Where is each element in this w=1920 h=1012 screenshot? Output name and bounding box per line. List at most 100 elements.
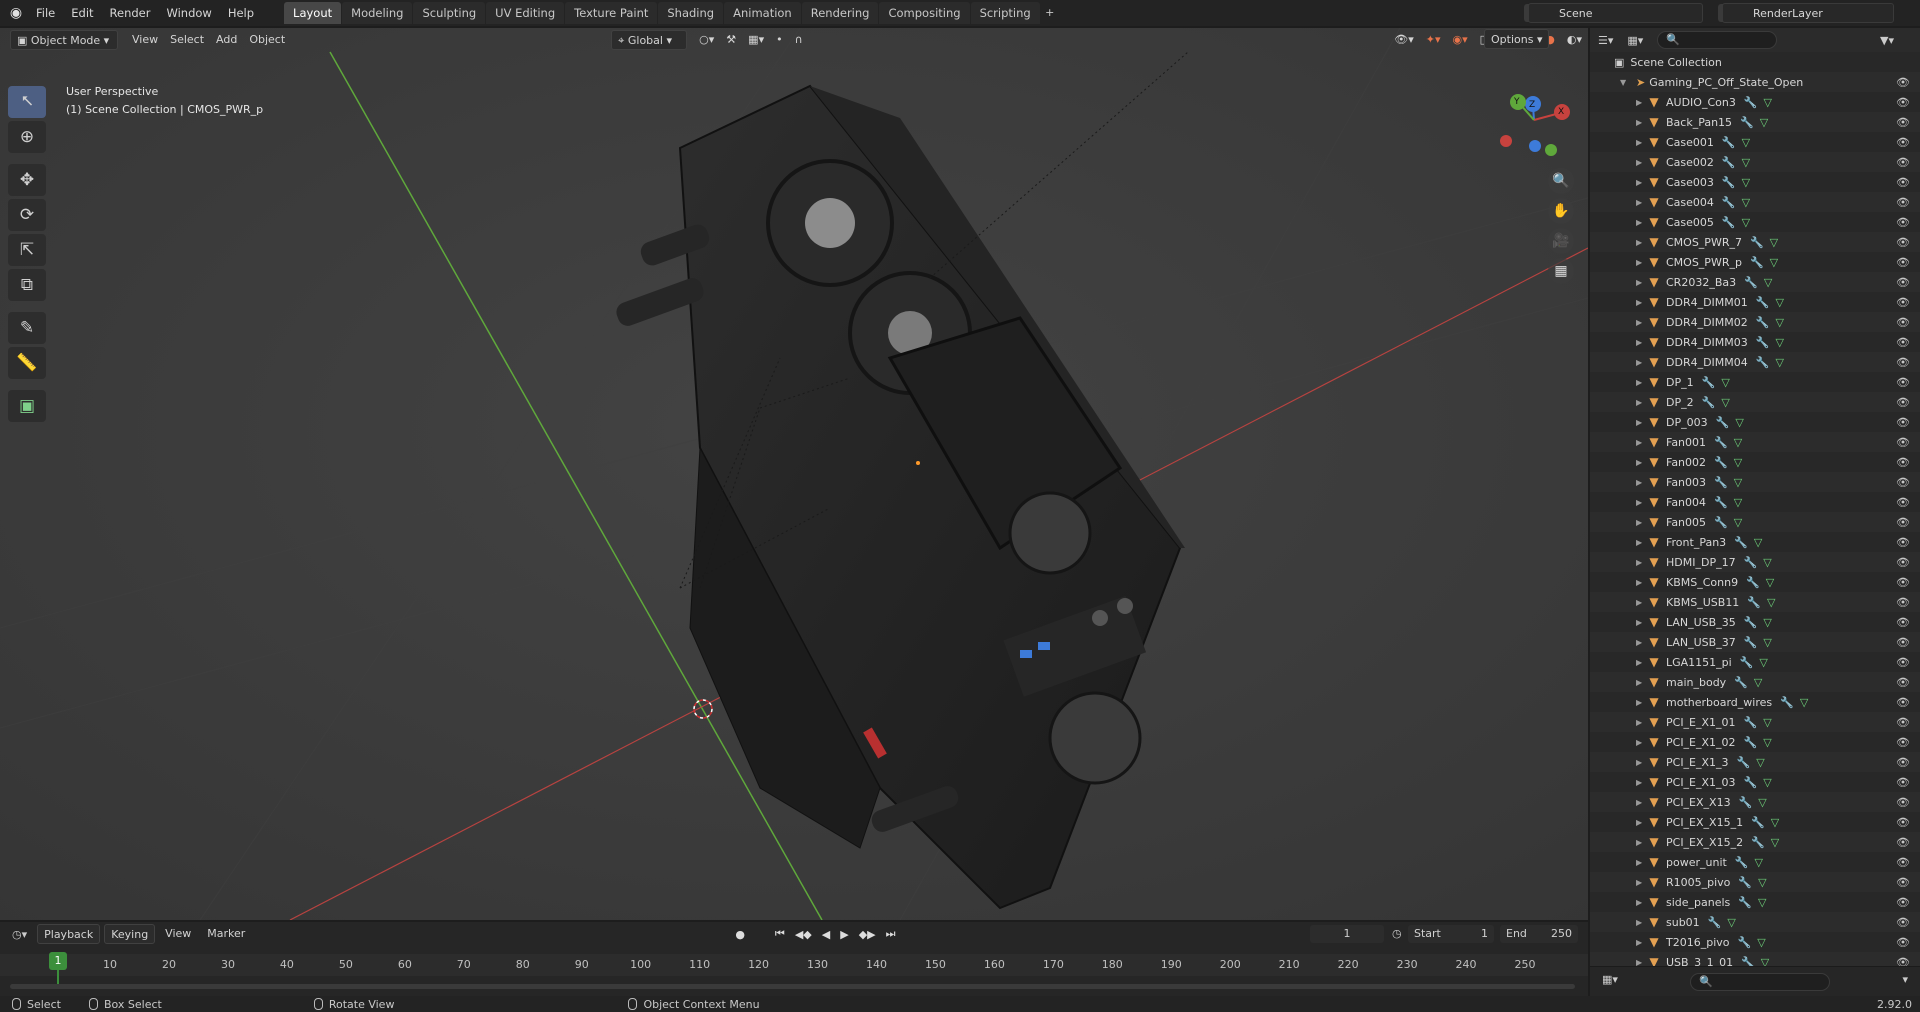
- eye-icon[interactable]: 👁: [1896, 416, 1910, 429]
- eye-icon[interactable]: 👁: [1896, 636, 1910, 649]
- expand-arrow-icon[interactable]: ▶: [1636, 818, 1646, 827]
- modifier-wrench-icon[interactable]: 🔧: [1747, 596, 1761, 609]
- eye-icon[interactable]: 👁: [1896, 856, 1910, 869]
- modifier-wrench-icon[interactable]: 🔧: [1744, 716, 1758, 729]
- proportional-edit-icon[interactable]: •: [770, 30, 789, 50]
- expand-arrow-icon[interactable]: ▶: [1636, 718, 1646, 727]
- timeline-editor-icon[interactable]: ◷▾: [12, 928, 27, 941]
- mesh-data-icon[interactable]: ▽: [1763, 736, 1771, 749]
- eye-icon[interactable]: 👁: [1896, 216, 1910, 229]
- options-dropdown[interactable]: Options ▾: [1484, 29, 1550, 49]
- outliner-item[interactable]: ▶ ▼ DP_2 🔧 ▽ 👁: [1590, 392, 1920, 412]
- outliner-item[interactable]: ▶ ▼ DDR4_DIMM02 🔧 ▽ 👁: [1590, 312, 1920, 332]
- menu-edit[interactable]: Edit: [63, 2, 101, 24]
- eye-icon[interactable]: 👁: [1896, 656, 1910, 669]
- eye-icon[interactable]: 👁: [1896, 876, 1910, 889]
- eye-icon[interactable]: 👁: [1896, 276, 1910, 289]
- outliner-item[interactable]: ▶ ▼ Fan003 🔧 ▽ 👁: [1590, 472, 1920, 492]
- mesh-data-icon[interactable]: ▽: [1754, 536, 1762, 549]
- expand-arrow-icon[interactable]: ▶: [1636, 558, 1646, 567]
- eye-icon[interactable]: 👁: [1896, 776, 1910, 789]
- outliner-item[interactable]: ▶ ▼ T2016_pivo 🔧 ▽ 👁: [1590, 932, 1920, 952]
- expand-arrow-icon[interactable]: ▶: [1636, 918, 1646, 927]
- expand-arrow-icon[interactable]: ▶: [1636, 838, 1646, 847]
- jump-end-icon[interactable]: ⏭: [886, 927, 896, 941]
- expand-arrow-icon[interactable]: ▶: [1636, 98, 1646, 107]
- mesh-data-icon[interactable]: ▽: [1771, 836, 1779, 849]
- modifier-wrench-icon[interactable]: 🔧: [1722, 216, 1736, 229]
- modifier-wrench-icon[interactable]: 🔧: [1756, 316, 1770, 329]
- outliner-item[interactable]: ▶ ▼ HDMI_DP_17 🔧 ▽ 👁: [1590, 552, 1920, 572]
- modifier-wrench-icon[interactable]: 🔧: [1751, 816, 1765, 829]
- mesh-data-icon[interactable]: ▽: [1775, 296, 1783, 309]
- mesh-data-icon[interactable]: ▽: [1734, 516, 1742, 529]
- outliner-item[interactable]: ▶ ▼ motherboard_wires 🔧 ▽ 👁: [1590, 692, 1920, 712]
- timeline-scrollbar[interactable]: [10, 984, 1575, 989]
- expand-arrow-icon[interactable]: ▶: [1636, 538, 1646, 547]
- outliner-item[interactable]: ▶ ▼ PCI_EX_X13 🔧 ▽ 👁: [1590, 792, 1920, 812]
- mesh-data-icon[interactable]: ▽: [1763, 716, 1771, 729]
- outliner-item[interactable]: ▶ ▼ Case002 🔧 ▽ 👁: [1590, 152, 1920, 172]
- snap-icon[interactable]: ⚒: [720, 30, 742, 50]
- modifier-wrench-icon[interactable]: 🔧: [1738, 896, 1752, 909]
- modifier-wrench-icon[interactable]: 🔧: [1716, 416, 1730, 429]
- mesh-data-icon[interactable]: ▽: [1754, 676, 1762, 689]
- cursor-tool-icon[interactable]: ⊕: [8, 121, 46, 153]
- eye-icon[interactable]: 👁: [1896, 136, 1910, 149]
- properties-editor-icon[interactable]: ▦▾: [1602, 973, 1618, 986]
- rendered-shading-icon[interactable]: ◐▾: [1561, 30, 1588, 50]
- preview-range-icon[interactable]: ◷: [1392, 927, 1402, 940]
- select-box-tool-icon[interactable]: ⭦: [8, 86, 46, 118]
- outliner-item[interactable]: ▶ ▼ DDR4_DIMM03 🔧 ▽ 👁: [1590, 332, 1920, 352]
- expand-arrow-icon[interactable]: ▶: [1636, 238, 1646, 247]
- outliner-item[interactable]: ▶ ▼ LAN_USB_35 🔧 ▽ 👁: [1590, 612, 1920, 632]
- eye-icon[interactable]: 👁: [1896, 736, 1910, 749]
- record-icon[interactable]: ●: [735, 928, 745, 941]
- start-frame-field[interactable]: Start 1: [1408, 925, 1494, 943]
- outliner-item[interactable]: ▶ ▼ DP_003 🔧 ▽ 👁: [1590, 412, 1920, 432]
- expand-arrow-icon[interactable]: ▶: [1636, 638, 1646, 647]
- modifier-wrench-icon[interactable]: 🔧: [1756, 296, 1770, 309]
- tab-shading[interactable]: Shading: [658, 2, 724, 24]
- scale-tool-icon[interactable]: ⇱: [8, 234, 46, 266]
- outliner-item[interactable]: ▶ ▼ USB_3_1_01 🔧 ▽ 👁: [1590, 952, 1920, 966]
- pivot-icon[interactable]: ○▾: [693, 30, 720, 50]
- mesh-data-icon[interactable]: ▽: [1758, 896, 1766, 909]
- expand-arrow-icon[interactable]: ▶: [1636, 358, 1646, 367]
- modifier-wrench-icon[interactable]: 🔧: [1738, 936, 1752, 949]
- eye-icon[interactable]: 👁: [1896, 696, 1910, 709]
- add-workspace-icon[interactable]: +: [1041, 2, 1059, 24]
- outliner-item[interactable]: ▶ ▼ Fan001 🔧 ▽ 👁: [1590, 432, 1920, 452]
- outliner-item[interactable]: ▶ ▼ PCI_EX_X15_2 🔧 ▽ 👁: [1590, 832, 1920, 852]
- mesh-data-icon[interactable]: ▽: [1757, 936, 1765, 949]
- eye-icon[interactable]: 👁: [1896, 96, 1910, 109]
- outliner-item[interactable]: ▶ ▼ Case003 🔧 ▽ 👁: [1590, 172, 1920, 192]
- properties-search-input[interactable]: 🔍: [1690, 973, 1830, 991]
- mesh-data-icon[interactable]: ▽: [1763, 556, 1771, 569]
- modifier-wrench-icon[interactable]: 🔧: [1751, 836, 1765, 849]
- expand-arrow-icon[interactable]: ▶: [1636, 158, 1646, 167]
- blender-logo-icon[interactable]: ◉: [4, 3, 28, 23]
- timeline-playhead[interactable]: 1: [49, 952, 67, 970]
- expand-arrow-icon[interactable]: ▶: [1636, 298, 1646, 307]
- outliner-item[interactable]: ▶ ▼ LGA1151_pi 🔧 ▽ 👁: [1590, 652, 1920, 672]
- annotate-tool-icon[interactable]: ✎: [8, 312, 46, 344]
- outliner-item[interactable]: ▶ ▼ Case005 🔧 ▽ 👁: [1590, 212, 1920, 232]
- tab-compositing[interactable]: Compositing: [879, 2, 970, 24]
- expand-arrow-icon[interactable]: ▶: [1636, 318, 1646, 327]
- expand-arrow-icon[interactable]: ▶: [1636, 878, 1646, 887]
- menu-render[interactable]: Render: [102, 2, 159, 24]
- outliner-item[interactable]: ▶ ▼ KBMS_Conn9 🔧 ▽ 👁: [1590, 572, 1920, 592]
- mesh-data-icon[interactable]: ▽: [1756, 756, 1764, 769]
- modifier-wrench-icon[interactable]: 🔧: [1722, 156, 1736, 169]
- mesh-data-icon[interactable]: ▽: [1763, 636, 1771, 649]
- eye-icon[interactable]: 👁: [1896, 516, 1910, 529]
- current-frame-field[interactable]: 1: [1310, 925, 1384, 943]
- mesh-data-icon[interactable]: ▽: [1760, 116, 1768, 129]
- eye-icon[interactable]: 👁: [1896, 816, 1910, 829]
- expand-arrow-icon[interactable]: ▶: [1636, 858, 1646, 867]
- modifier-wrench-icon[interactable]: 🔧: [1722, 196, 1736, 209]
- modifier-wrench-icon[interactable]: 🔧: [1708, 916, 1722, 929]
- timeline-menu-view[interactable]: View: [159, 924, 197, 944]
- modifier-wrench-icon[interactable]: 🔧: [1722, 136, 1736, 149]
